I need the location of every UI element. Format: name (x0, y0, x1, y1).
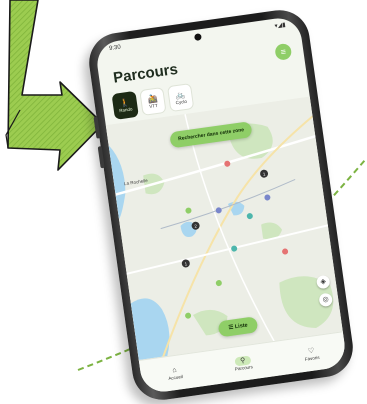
map-view[interactable]: 1 2 1 Rechercher dans cette zone La Roch… (105, 96, 345, 369)
page-title: Parcours (112, 60, 179, 87)
layers-icon: ◈ (320, 278, 327, 286)
locate-icon: ◎ (322, 295, 330, 304)
chip-label: Rando (118, 106, 133, 114)
nav-item-favoris[interactable]: ♡ Favoris (303, 346, 321, 362)
filter-button[interactable]: ≡ (274, 42, 293, 61)
chip-rando[interactable]: 🚶 Rando (111, 90, 139, 120)
status-icons: ▾◢▮ (274, 21, 286, 30)
chip-label: Cyclo (175, 98, 188, 106)
chip-cyclo[interactable]: 🚲 Cyclo (166, 83, 195, 113)
list-label: Liste (234, 322, 249, 331)
chip-vtt[interactable]: 🚵 VTT (139, 86, 167, 117)
filter-icon: ≡ (279, 46, 287, 58)
status-time: 9:30 (108, 44, 122, 53)
nav-item-accueil[interactable]: ⌂ Accueil (166, 365, 184, 381)
nav-label: Favoris (304, 354, 320, 362)
nav-label: Accueil (168, 374, 184, 381)
chip-label: VTT (148, 102, 159, 109)
nav-label: Parcours (234, 364, 254, 372)
phone-mockup: 9:30 ▾◢▮ Parcours ≡ 🚶 Rando 🚵 VTT 🚲 Cycl… (85, 6, 357, 404)
nav-item-parcours[interactable]: ⚲ Parcours (233, 355, 254, 372)
